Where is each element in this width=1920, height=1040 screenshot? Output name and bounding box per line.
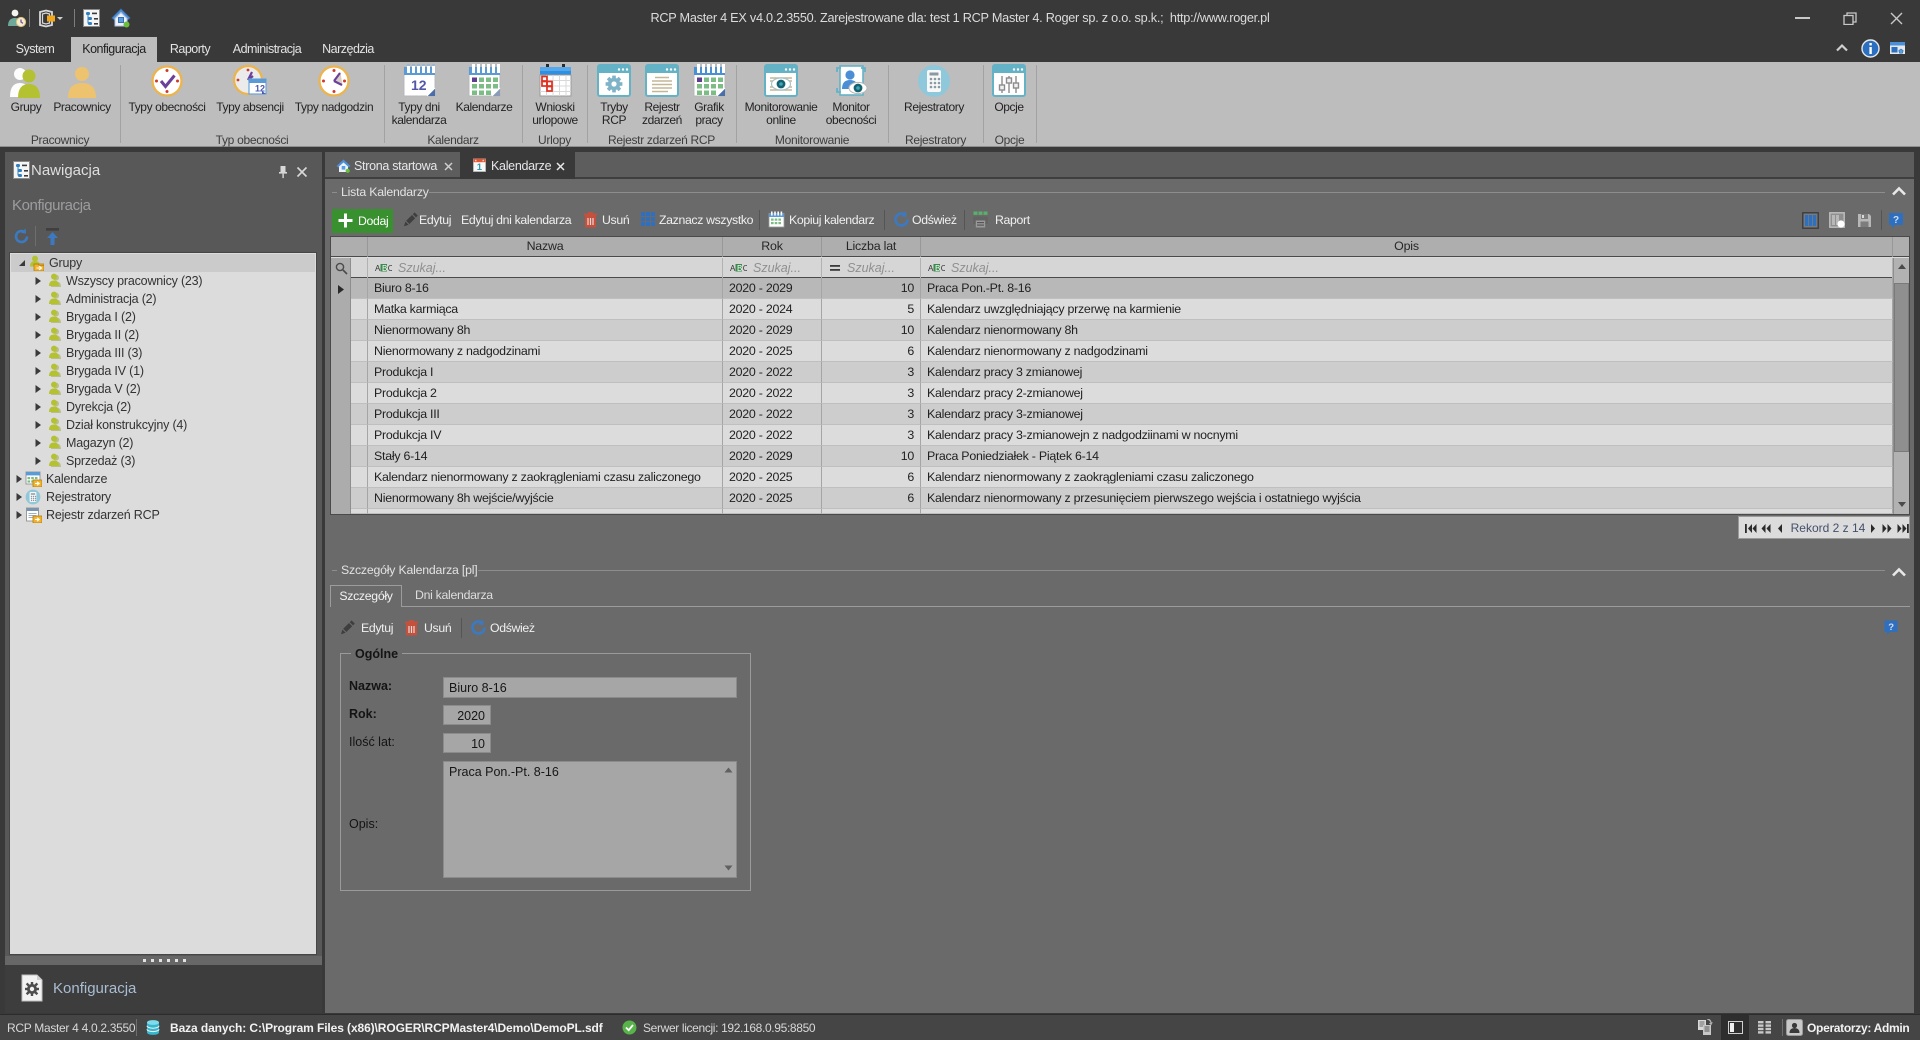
svg-text:?: ? [1893,215,1899,226]
svg-text:C: C [941,264,945,272]
svg-text:C: C [743,264,747,272]
svg-text:B: B [737,264,742,272]
svg-text:B: B [935,264,940,272]
svg-text:A: A [730,264,736,272]
svg-text:C: C [388,264,392,272]
svg-text:B: B [382,264,387,272]
svg-text:12: 12 [255,84,265,94]
svg-text:A: A [375,264,381,272]
svg-text:?: ? [1888,622,1894,633]
svg-text:A: A [928,264,934,272]
svg-text:12: 12 [411,77,427,93]
